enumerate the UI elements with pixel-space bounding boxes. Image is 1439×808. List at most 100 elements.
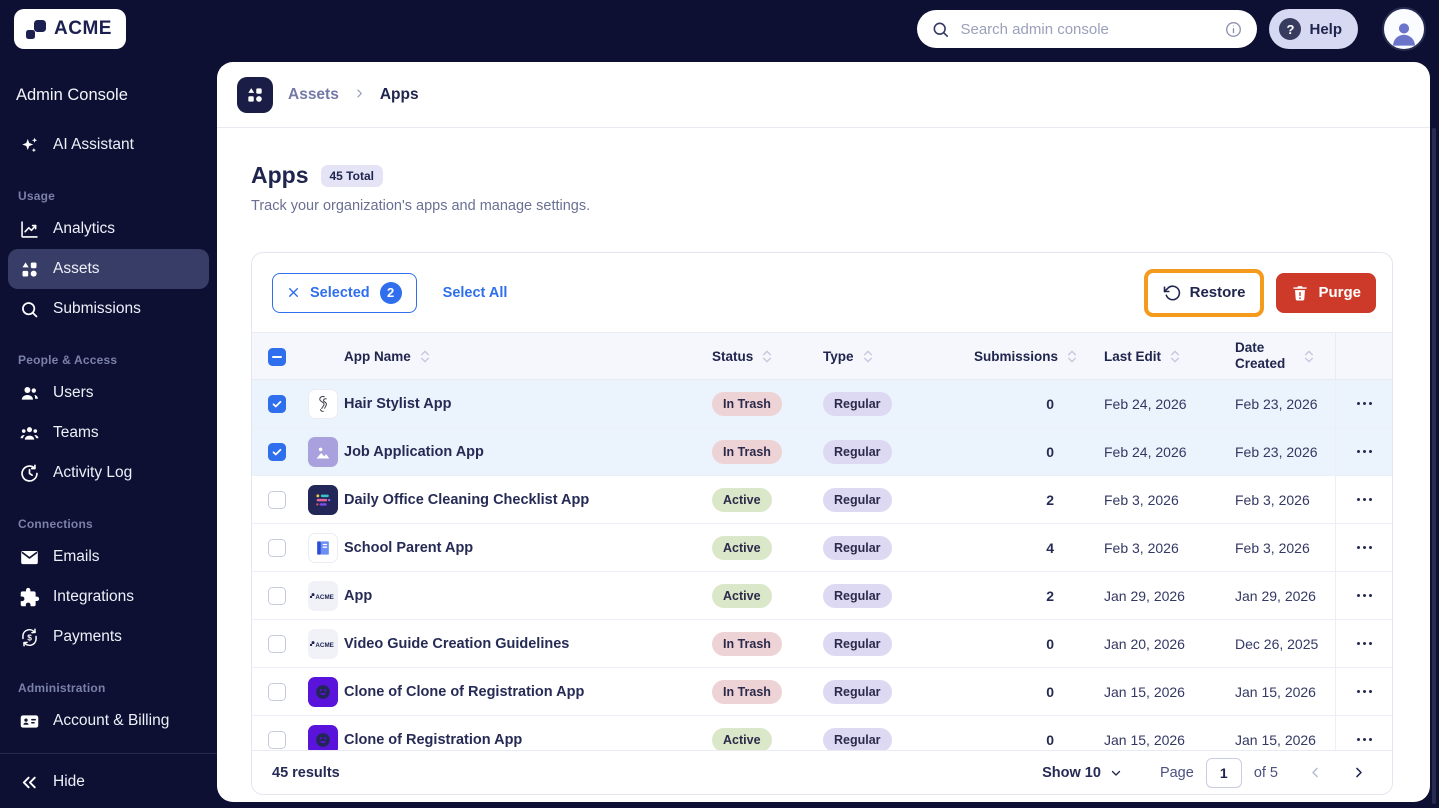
admin-search-bar[interactable] (917, 10, 1258, 48)
row-actions-button[interactable] (1351, 732, 1379, 748)
table-body: Hair Stylist App In Trash Regular 0 Feb 24, … (252, 380, 1392, 750)
sidebar-item-integrations[interactable]: Integrations (8, 577, 209, 617)
sidebar-item-analytics[interactable]: Analytics (8, 209, 209, 249)
table-row: Daily Office Cleaning Checklist App Activ… (252, 476, 1392, 524)
page-scrollbar[interactable] (1432, 128, 1436, 804)
checklist-app-icon (308, 485, 338, 515)
restore-highlight-box: Restore (1143, 268, 1265, 317)
page-size-select[interactable]: Show 10 (1042, 765, 1122, 781)
app-name[interactable]: App (344, 572, 372, 619)
search-input[interactable] (960, 20, 1215, 38)
sort-icon[interactable] (420, 349, 430, 364)
last-edit-date: Jan 20, 2026 (1104, 635, 1185, 652)
sidebar-item-teams[interactable]: Teams (8, 413, 209, 453)
row-checkbox[interactable] (268, 491, 286, 509)
app-name[interactable]: Hair Stylist App (344, 380, 451, 427)
row-checkbox[interactable] (268, 587, 286, 605)
table-row: Clone of Registration App Active Regular 0 J… (252, 716, 1392, 750)
sidebar-hide-button[interactable]: Hide (8, 762, 209, 802)
page-subtitle: Track your organization's apps and manag… (251, 198, 591, 214)
restore-icon (1163, 284, 1180, 300)
row-actions-button[interactable] (1351, 444, 1379, 460)
row-checkbox[interactable] (268, 731, 286, 749)
sidebar-item-emails[interactable]: Emails (8, 537, 209, 577)
row-actions-button[interactable] (1351, 588, 1379, 604)
photo-app-icon (308, 437, 338, 467)
row-checkbox[interactable] (268, 635, 286, 653)
breadcrumb-assets[interactable]: Assets (288, 86, 339, 104)
submissions-count: 2 (1046, 491, 1054, 508)
row-checkbox[interactable] (268, 443, 286, 461)
smiley-app-icon (308, 725, 338, 750)
row-checkbox[interactable] (268, 539, 286, 557)
app-name[interactable]: Clone of Registration App (344, 716, 522, 750)
row-checkbox[interactable] (268, 395, 286, 413)
info-icon[interactable] (1224, 20, 1243, 39)
sort-icon[interactable] (1304, 333, 1314, 379)
restore-button[interactable]: Restore (1149, 274, 1259, 311)
sidebar-item-payments[interactable]: $ Payments (8, 617, 209, 657)
column-status: Status (712, 348, 754, 364)
sparkles-icon (18, 134, 40, 156)
previous-page-button[interactable] (1308, 765, 1323, 780)
app-name[interactable]: Video Guide Creation Guidelines (344, 620, 569, 667)
row-actions-button[interactable] (1351, 684, 1379, 700)
sidebar-item-account-billing[interactable]: Account & Billing (8, 701, 209, 741)
date-created: Feb 23, 2026 (1235, 395, 1318, 412)
search-icon (18, 298, 40, 320)
sidebar-title: Admin Console (16, 86, 128, 104)
acme-logo[interactable]: ACME (14, 9, 126, 49)
page-number-input[interactable] (1205, 757, 1242, 788)
person-icon (1393, 23, 1415, 46)
sidebar-item-assets[interactable]: Assets (8, 249, 209, 289)
row-actions-button[interactable] (1351, 540, 1379, 556)
hide-label: Hide (53, 773, 85, 790)
row-checkbox[interactable] (268, 683, 286, 701)
actions-cell (1335, 524, 1392, 571)
sidebar-item-label: Payments (53, 628, 122, 645)
status-badge: Active (712, 583, 772, 608)
user-avatar[interactable] (1382, 7, 1426, 51)
chevron-down-icon (1111, 770, 1121, 776)
row-actions-button[interactable] (1351, 636, 1379, 652)
sort-icon[interactable] (863, 349, 873, 364)
date-created: Jan 15, 2026 (1235, 683, 1316, 700)
app-name[interactable]: Daily Office Cleaning Checklist App (344, 476, 589, 523)
acme-app-icon: ACME (308, 629, 338, 659)
sidebar-item-ai-assistant[interactable]: AI Assistant (8, 125, 209, 165)
app-name[interactable]: Clone of Clone of Registration App (344, 668, 584, 715)
hair-app-icon (308, 389, 338, 419)
date-created: Feb 3, 2026 (1235, 491, 1310, 508)
submissions-count: 2 (1046, 587, 1054, 604)
type-badge: Regular (823, 679, 892, 704)
next-page-button[interactable] (1351, 765, 1366, 780)
sidebar-item-users[interactable]: Users (8, 373, 209, 413)
chevron-left-icon (1312, 767, 1318, 778)
users-icon (18, 382, 40, 404)
app-name[interactable]: School Parent App (344, 524, 473, 571)
sidebar-item-activity-log[interactable]: Activity Log (8, 453, 209, 493)
sort-icon[interactable] (762, 349, 772, 364)
help-button[interactable]: Help (1269, 9, 1358, 49)
app-name[interactable]: Job Application App (344, 428, 484, 475)
row-actions-button[interactable] (1351, 396, 1379, 412)
chevron-right-icon (354, 86, 365, 104)
select-all-button[interactable]: Select All (443, 285, 508, 301)
purge-button[interactable]: Purge (1276, 272, 1376, 313)
sort-icon[interactable] (1170, 349, 1180, 364)
page-size-label: Show 10 (1042, 764, 1101, 781)
selected-filter-chip[interactable]: Selected 2 (272, 272, 417, 313)
type-badge: Regular (823, 391, 892, 416)
last-edit-date: Feb 3, 2026 (1104, 539, 1179, 556)
status-badge: Active (712, 535, 772, 560)
last-edit-date: Feb 24, 2026 (1104, 443, 1187, 460)
row-actions-button[interactable] (1351, 492, 1379, 508)
date-created: Jan 29, 2026 (1235, 587, 1316, 604)
sidebar-item-submissions[interactable]: Submissions (8, 289, 209, 329)
actions-cell (1335, 428, 1392, 475)
page-of-label: of 5 (1253, 764, 1278, 781)
type-badge: Regular (823, 727, 892, 750)
date-created: Dec 26, 2025 (1235, 635, 1319, 652)
sort-icon[interactable] (1067, 349, 1077, 364)
select-all-checkbox[interactable] (268, 348, 286, 366)
